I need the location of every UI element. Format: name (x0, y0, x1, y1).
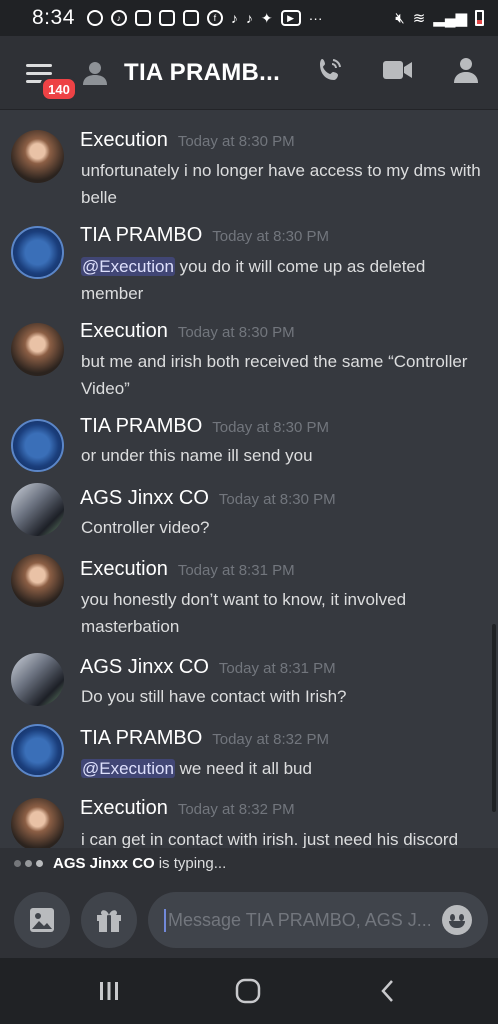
message-list[interactable]: Execution Today at 8:30 PM unfortunately… (0, 111, 498, 848)
message-timestamp: Today at 8:32 PM (177, 801, 295, 818)
more-notifications-icon: ··· (308, 10, 323, 26)
voice-call-icon[interactable] (314, 54, 346, 86)
message-author[interactable]: Execution (80, 558, 168, 581)
message-timestamp: Today at 8:30 PM (177, 324, 295, 341)
message-text: @Execution you do it will come up as del… (81, 257, 426, 303)
message-author[interactable]: TIA PRAMBO (80, 727, 202, 750)
message-timestamp: Today at 8:31 PM (177, 562, 295, 579)
message-text: Controller video? (81, 518, 210, 537)
back-button[interactable] (373, 976, 403, 1006)
notification-app-icon (86, 10, 103, 26)
music-app-icon: ♪ (110, 10, 127, 26)
typing-user: AGS Jinxx CO (53, 854, 155, 872)
message-author[interactable]: TIA PRAMBO (80, 224, 202, 247)
message-input[interactable] (164, 908, 432, 932)
typing-dots-icon (14, 859, 43, 867)
message-author[interactable]: Execution (80, 129, 168, 152)
user-mention[interactable]: @Execution (81, 759, 175, 778)
message-text: i can get in contact with irish. just ne… (81, 830, 459, 848)
message-input-wrapper (148, 892, 488, 948)
execution-avatar[interactable] (11, 130, 64, 183)
member-list-icon[interactable] (450, 54, 482, 86)
recent-apps-icon (100, 982, 118, 1000)
message-text: you honestly don’t want to know, it invo… (81, 590, 407, 636)
message-author[interactable]: Execution (80, 797, 168, 820)
message-text: Do you still have contact with Irish? (81, 687, 347, 706)
group-dm-icon (82, 60, 108, 86)
channel-title[interactable]: TIA PRAMB... (124, 59, 280, 87)
ags-jinxx-avatar[interactable] (11, 483, 64, 536)
notification-badge: 140 (40, 76, 78, 102)
discord-app-icon (158, 10, 175, 26)
user-mention[interactable]: @Execution (81, 257, 175, 276)
message-author[interactable]: Execution (80, 320, 168, 343)
discord-app-icon (134, 10, 151, 26)
back-icon (381, 980, 393, 1002)
message-text: but me and irish both received the same … (81, 352, 468, 398)
ags-jinxx-avatar[interactable] (11, 653, 64, 706)
signal-icon: ▂▄▆ (433, 10, 467, 27)
status-notification-icons: ♪ f ♪ ♪ ✦ ▶ ··· (86, 9, 323, 27)
execution-avatar[interactable] (11, 554, 64, 607)
message-author[interactable]: AGS Jinxx CO (80, 487, 209, 510)
message-text: unfortunately i no longer have access to… (81, 161, 481, 207)
mute-icon: 🔇︎ (395, 9, 405, 27)
wifi-icon: ≋ (412, 10, 426, 27)
header-actions (314, 54, 482, 86)
tiktok-app-icon: ♪ (230, 10, 238, 26)
message-scrollbar[interactable] (492, 624, 496, 812)
emoji-icon[interactable] (442, 905, 472, 935)
image-icon (30, 908, 54, 932)
message-timestamp: Today at 8:32 PM (212, 731, 329, 748)
recent-apps-button[interactable] (94, 976, 124, 1006)
message-timestamp: Today at 8:30 PM (212, 419, 329, 436)
tia-prambo-avatar[interactable] (11, 419, 64, 472)
typing-suffix: is typing... (158, 854, 227, 872)
message-composer (0, 878, 498, 958)
message-timestamp: Today at 8:30 PM (212, 228, 329, 245)
status-time: 8:34 (32, 6, 75, 29)
execution-avatar[interactable] (11, 798, 64, 848)
tia-prambo-avatar[interactable] (11, 724, 64, 777)
execution-avatar[interactable] (11, 323, 64, 376)
status-bar: 8:34 ♪ f ♪ ♪ ✦ ▶ ··· 🔇︎ ≋ ▂▄▆ (0, 0, 498, 36)
status-system-icons: 🔇︎ ≋ ▂▄▆ (395, 9, 484, 27)
message-text: @Execution we need it all bud (81, 759, 312, 778)
tia-prambo-avatar[interactable] (11, 226, 64, 279)
message-timestamp: Today at 8:30 PM (218, 491, 336, 508)
tiktok-app-icon: ♪ (245, 10, 253, 26)
message-text: or under this name ill send you (81, 446, 313, 465)
message-author[interactable]: AGS Jinxx CO (80, 656, 209, 679)
message-author[interactable]: TIA PRAMBO (80, 415, 202, 438)
battery-icon (475, 10, 484, 26)
attach-image-button[interactable] (14, 892, 70, 948)
youtube-app-icon: ▶ (280, 10, 301, 26)
discord-app-icon (182, 10, 199, 26)
video-call-icon[interactable] (382, 54, 414, 86)
message-timestamp: Today at 8:30 PM (177, 133, 295, 150)
home-icon (235, 978, 261, 1004)
android-nav-bar (0, 958, 498, 1024)
channel-header: 140 TIA PRAMB... (0, 36, 498, 110)
gift-button[interactable] (81, 892, 137, 948)
gift-icon (97, 910, 121, 932)
message-timestamp: Today at 8:31 PM (218, 660, 336, 677)
facebook-app-icon: f (206, 10, 223, 26)
twitter-app-icon: ✦ (260, 9, 273, 26)
typing-indicator: AGS Jinxx CO is typing... (0, 848, 498, 878)
home-button[interactable] (233, 976, 263, 1006)
